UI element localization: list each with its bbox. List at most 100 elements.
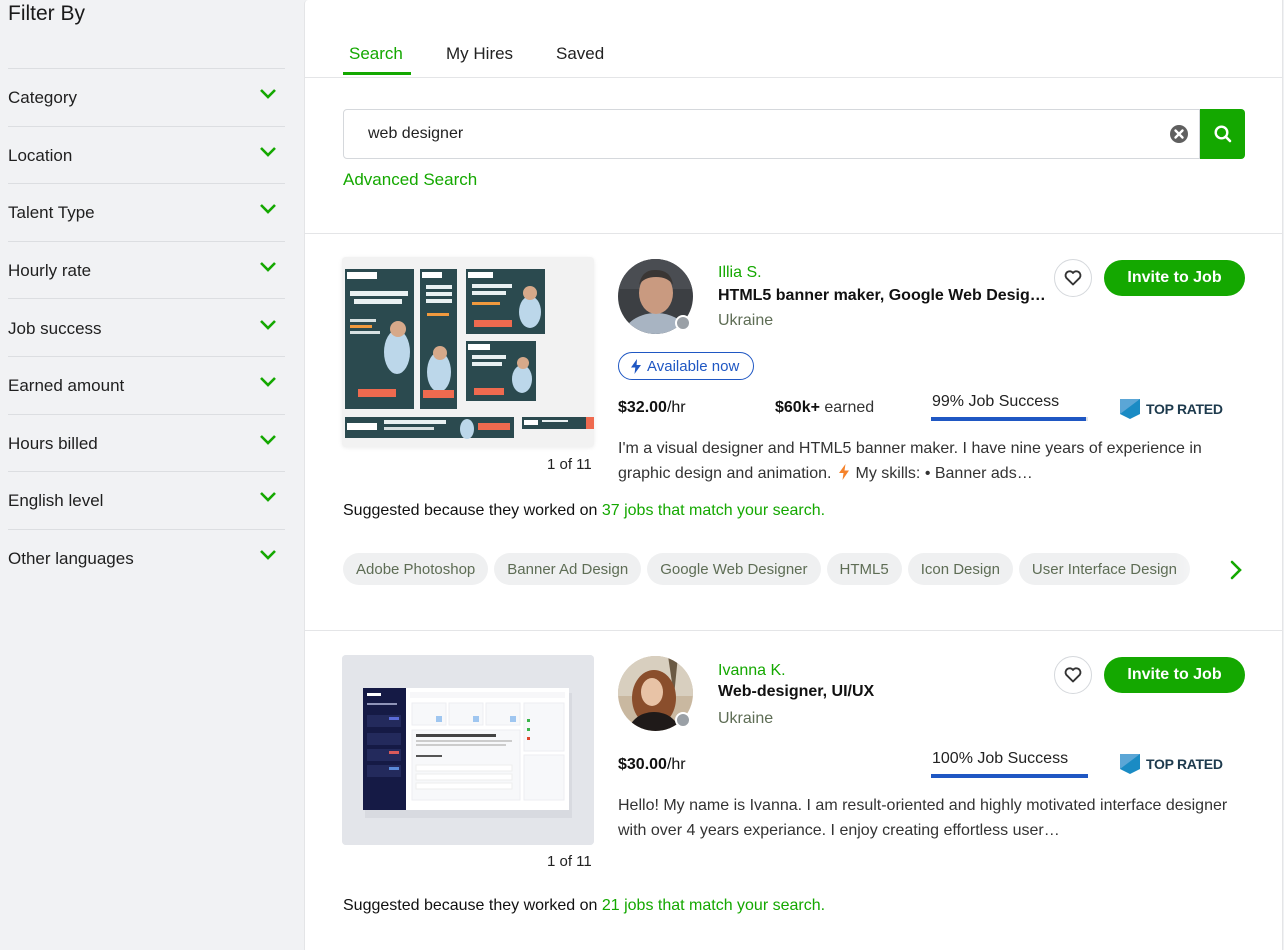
job-success-fill <box>931 417 1087 421</box>
top-rated-badge: TOP RATED <box>1119 753 1223 775</box>
clear-circle-icon[interactable] <box>1170 125 1188 143</box>
filter-talent-type[interactable]: Talent Type <box>8 183 285 241</box>
heart-outline-icon <box>1064 270 1082 286</box>
suggestion-reason: Suggested because they worked on 37 jobs… <box>343 502 825 520</box>
portfolio-thumbnail[interactable] <box>342 655 594 845</box>
portfolio-count: 1 of 11 <box>547 456 592 473</box>
filter-location[interactable]: Location <box>8 125 285 184</box>
portfolio-image <box>342 655 594 845</box>
chevron-down-icon <box>260 319 276 330</box>
chevron-down-icon <box>260 434 276 445</box>
filter-label: Location <box>8 145 73 165</box>
skill-tag[interactable]: Google Web Designer <box>647 553 821 585</box>
portfolio-image <box>342 257 594 447</box>
search-input[interactable] <box>345 111 1165 157</box>
freelancer-country: Ukraine <box>718 710 774 727</box>
freelancer-title: HTML5 banner maker, Google Web Designer,… <box>718 287 1053 304</box>
filter-other-languages[interactable]: Other languages <box>8 528 285 587</box>
search-icon <box>1213 125 1231 143</box>
matching-jobs-link[interactable]: 21 jobs that match your search. <box>602 897 825 914</box>
freelancer-name[interactable]: Illia S. <box>718 264 762 282</box>
offline-status-dot <box>675 315 691 331</box>
filter-label: Hours billed <box>8 433 98 453</box>
portfolio-thumbnail[interactable] <box>342 257 594 447</box>
suggestion-prefix: Suggested because they worked on <box>343 897 602 914</box>
chevron-down-icon <box>260 204 276 215</box>
chevron-down-icon <box>260 262 276 272</box>
tab-my-hires[interactable]: My Hires <box>446 44 513 64</box>
skill-tag[interactable]: Icon Design <box>907 553 1013 585</box>
invite-to-job-button[interactable]: Invite to Job <box>1104 657 1245 693</box>
freelancer-name[interactable]: Ivanna K. <box>718 662 786 680</box>
job-success-fill <box>931 774 1088 778</box>
matching-jobs-link[interactable]: 37 jobs that match your search. <box>602 502 825 519</box>
job-success-label: 99% Job Success <box>932 393 1060 410</box>
chevron-down-icon <box>260 146 276 157</box>
top-rated-shield-icon <box>1120 754 1140 774</box>
advanced-search-link[interactable]: Advanced Search <box>343 170 477 190</box>
rate-unit: /hr <box>666 399 686 416</box>
filter-label: English level <box>8 491 104 511</box>
filter-title: Filter By <box>8 2 86 25</box>
job-success-label: 100% Job Success <box>932 750 1069 767</box>
skill-tag[interactable]: Banner Ad Design <box>494 553 642 585</box>
save-favorite-button[interactable] <box>1054 656 1092 694</box>
filter-label: Other languages <box>8 549 134 569</box>
filter-hourly-rate[interactable]: Hourly rate <box>8 240 285 299</box>
top-rated-badge: TOP RATED <box>1119 398 1223 420</box>
filter-category[interactable]: Category <box>8 68 285 126</box>
chevron-down-icon <box>260 550 276 560</box>
tab-bar: Search My Hires Saved <box>305 0 1282 78</box>
earned-value: $60k+ <box>775 399 820 416</box>
filter-earned-amount[interactable]: Earned amount <box>8 355 285 414</box>
filter-job-success[interactable]: Job success <box>8 298 285 356</box>
job-success-track <box>931 417 1088 421</box>
tab-saved[interactable]: Saved <box>556 44 604 64</box>
skill-tag[interactable]: Adobe Photoshop <box>343 553 489 585</box>
filter-label: Job success <box>8 318 102 338</box>
suggestion-reason: Suggested because they worked on 21 jobs… <box>343 897 825 915</box>
skill-tag[interactable]: User Interface Design <box>1018 553 1190 585</box>
skills-list: Adobe Photoshop Banner Ad Design Google … <box>343 553 1223 587</box>
job-success-score: 100% Job Success <box>931 750 1088 778</box>
freelancer-title: Web-designer, UI/UX <box>718 683 875 700</box>
rate-amount: $30.00 <box>618 756 667 773</box>
search-box <box>343 109 1200 159</box>
earned-amount: $60k+ earned <box>775 399 874 417</box>
active-tab-indicator <box>343 72 411 75</box>
filter-label: Earned amount <box>8 376 125 396</box>
filter-label: Hourly rate <box>8 261 92 281</box>
offline-status-dot <box>675 712 691 728</box>
invite-to-job-button[interactable]: Invite to Job <box>1104 260 1245 296</box>
filter-list: Category Location Talent Type Hourly rat… <box>8 68 285 586</box>
freelancer-card: 1 of 11 Illia S. HTML5 banner maker, Goo… <box>305 234 1282 630</box>
description-text: My skills: • Banner ads… <box>855 465 1033 482</box>
freelancer-description: Hello! My name is Ivanna. I am result-or… <box>618 797 1228 839</box>
heart-outline-icon <box>1064 667 1082 683</box>
chevron-down-icon <box>260 377 276 388</box>
rate-unit: /hr <box>666 756 686 773</box>
freelancer-card: 1 of 11 Ivanna K. Web-designer, UI/UX Uk… <box>305 631 1282 950</box>
top-rated-label: TOP RATED <box>1146 401 1223 417</box>
hourly-rate: $32.00/hr <box>618 399 686 417</box>
save-favorite-button[interactable] <box>1054 259 1092 297</box>
top-rated-label: TOP RATED <box>1146 756 1223 772</box>
chevron-right-icon[interactable] <box>1226 560 1246 580</box>
chevron-down-icon <box>260 492 276 503</box>
lightning-bolt-icon <box>631 358 641 374</box>
skill-tag[interactable]: HTML5 <box>826 553 902 585</box>
search-button[interactable] <box>1200 109 1245 159</box>
main-panel: Search My Hires Saved Advanced Search <box>304 0 1283 950</box>
filter-sidebar: Filter By Category Location Talent Type … <box>0 0 304 950</box>
filter-label: Talent Type <box>8 203 95 223</box>
available-now-badge: Available now <box>618 352 755 380</box>
filter-label: Category <box>8 88 77 108</box>
tab-search[interactable]: Search <box>349 44 403 64</box>
job-success-score: 99% Job Success <box>931 393 1088 421</box>
filter-english-level[interactable]: English level <box>8 471 285 529</box>
chevron-down-icon <box>260 89 276 100</box>
filter-hours-billed[interactable]: Hours billed <box>8 413 285 472</box>
skills-fade <box>1175 553 1225 587</box>
freelancer-description: I'm a visual designer and HTML5 banner m… <box>618 436 1258 486</box>
portfolio-count: 1 of 11 <box>547 853 592 870</box>
